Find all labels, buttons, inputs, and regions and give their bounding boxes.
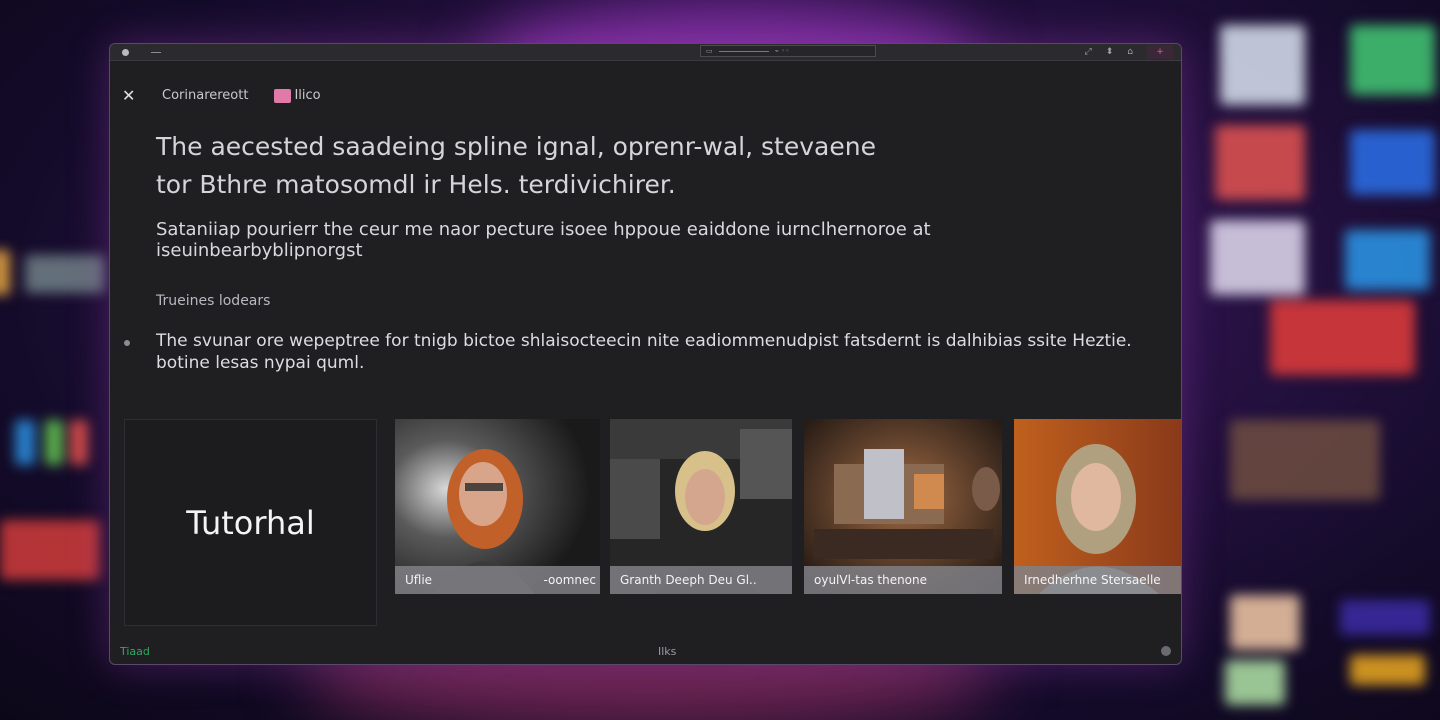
subline: Sataniiap pourierr the ceur me naor pect… (156, 219, 931, 261)
title-bar: ▭ ⌁ ◦◦ ⤢ ⬍ ⌂ + (110, 44, 1181, 61)
header-tag[interactable]: Ilico (274, 88, 321, 103)
status-center-text: Ilks (658, 644, 677, 658)
user-icon[interactable]: ⌂ (1127, 47, 1133, 57)
video-thumbnail-2[interactable]: Granth Deeph Deu Gl.. (610, 419, 792, 594)
video-thumbnail-1[interactable]: Uflie -oomnec (395, 419, 600, 594)
tag-label: Ilico (294, 88, 321, 103)
status-bar: Tiaad Ilks (110, 638, 1181, 664)
content-header: ✕ Corinarereott Ilico (122, 86, 321, 105)
tutorial-card[interactable]: Tutorhal (124, 419, 377, 626)
status-left-text: Tiaad (120, 644, 150, 658)
window-controls: ⤢ ⬍ ⌂ + (1085, 44, 1173, 60)
video-thumbnail-4[interactable]: Irnedherhne Stersaelle (1014, 419, 1181, 594)
section-label: Trueines lodears (156, 293, 271, 309)
video-thumbnail-2-caption: Granth Deeph Deu Gl.. (610, 566, 792, 594)
address-bar-status-icon: ⌁ ◦◦ (774, 47, 790, 55)
video-thumbnail-1-caption: Uflie -oomnec (395, 566, 600, 594)
expand-icon[interactable]: ⬍ (1106, 47, 1114, 57)
app-window: ▭ ⌁ ◦◦ ⤢ ⬍ ⌂ + ✕ Corinarereott Ilico The… (109, 43, 1182, 665)
section-title[interactable]: Corinarereott (162, 88, 248, 103)
title-bar-divider (151, 51, 161, 53)
headline: The aecested saadeing spline ignal, opre… (156, 132, 876, 199)
address-bar-text (718, 50, 769, 52)
tag-color-icon (274, 88, 292, 103)
video-thumbnail-3-caption: oyulVl-tas thenone (804, 566, 1002, 594)
bullet-icon (124, 340, 130, 346)
status-indicator-icon[interactable] (1161, 646, 1171, 656)
address-bar-icon: ▭ (706, 47, 713, 55)
video-thumbnail-4-caption: Irnedherhne Stersaelle (1014, 566, 1181, 594)
close-icon[interactable]: + (1147, 45, 1173, 59)
window-menu-icon[interactable] (122, 48, 129, 56)
logo-x-icon[interactable]: ✕ (122, 86, 140, 105)
address-bar[interactable]: ▭ ⌁ ◦◦ (700, 45, 876, 57)
description-paragraph: The svunar ore wepeptree for tnigb bicto… (156, 331, 1132, 373)
share-icon[interactable]: ⤢ (1085, 47, 1092, 57)
video-thumbnail-row: Uflie -oomnec Granth Deeph Deu Gl.. oyul… (395, 419, 1181, 594)
video-thumbnail-3[interactable]: oyulVl-tas thenone (804, 419, 1002, 594)
tutorial-card-title: Tutorhal (186, 503, 315, 542)
